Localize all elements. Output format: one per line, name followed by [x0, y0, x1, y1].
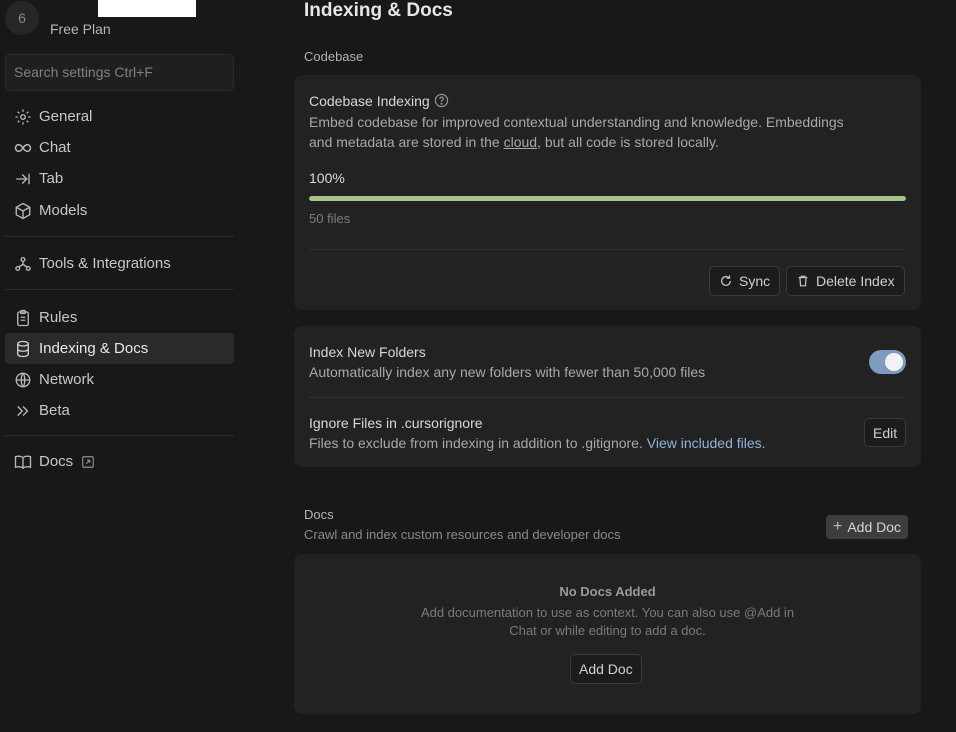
settings-window: 6 Free Plan Search settings Ctrl+F Gener… — [0, 0, 956, 732]
sidebar-item-docs[interactable]: Docs — [5, 446, 234, 477]
infinity-icon — [13, 138, 33, 158]
sidebar-divider — [5, 289, 234, 290]
codebase-section-label: Codebase — [304, 49, 364, 64]
edit-button[interactable]: Edit — [864, 418, 907, 447]
sidebar-item-label: Chat — [39, 139, 71, 156]
sidebar-item-indexing-docs[interactable]: Indexing & Docs — [5, 333, 234, 364]
no-docs-title: No Docs Added — [559, 584, 656, 599]
sidebar: 6 Free Plan Search settings Ctrl+F Gener… — [0, 0, 240, 732]
add-doc-header-label: Add Doc — [847, 519, 902, 535]
refresh-icon — [719, 274, 733, 288]
user-name-redacted — [98, 0, 196, 17]
database-icon — [13, 339, 33, 359]
sidebar-item-label: General — [39, 108, 93, 125]
cube-icon — [13, 201, 33, 221]
sidebar-divider — [5, 435, 234, 436]
toggle-knob — [885, 353, 903, 371]
sidebar-item-network[interactable]: Network — [5, 364, 234, 395]
docs-section-description: Crawl and index custom resources and dev… — [304, 527, 621, 542]
docs-empty-card: No Docs Added Add documentation to use a… — [294, 554, 921, 714]
double-chevron-icon — [13, 401, 33, 421]
codebase-indexing-description: Embed codebase for improved contextual u… — [309, 114, 844, 150]
codebase-indexing-card: Codebase Indexing Embed codebase for imp… — [294, 75, 921, 310]
help-icon[interactable] — [434, 93, 449, 108]
sidebar-item-rules[interactable]: Rules — [5, 302, 234, 333]
indexing-progress-bar — [309, 196, 906, 201]
no-docs-description: Add documentation to use as context. You… — [420, 605, 795, 638]
sidebar-item-chat[interactable]: Chat — [5, 132, 234, 163]
avatar[interactable]: 6 — [5, 1, 39, 35]
progress-fill — [309, 196, 906, 201]
index-new-folders-description: Automatically index any new folders with… — [309, 364, 706, 380]
plus-icon: + — [833, 518, 843, 535]
sidebar-item-label: Tools & Integrations — [39, 255, 171, 272]
ignore-files-title: Ignore Files in .cursorignore — [309, 415, 483, 431]
ignore-files-description: Files to exclude from indexing in additi… — [309, 435, 766, 451]
sidebar-item-label: Indexing & Docs — [39, 340, 149, 357]
sidebar-item-beta[interactable]: Beta — [5, 395, 234, 426]
gear-icon — [13, 107, 33, 127]
sidebar-item-label: Tab — [39, 170, 64, 187]
sidebar-item-label: Network — [39, 371, 95, 388]
clipboard-icon — [13, 308, 33, 328]
delete-index-button[interactable]: Delete Index — [786, 266, 905, 296]
trash-icon — [796, 274, 810, 288]
sync-button[interactable]: Sync — [709, 266, 781, 296]
delete-index-label: Delete Index — [816, 273, 895, 289]
add-doc-button[interactable]: Add Doc — [570, 654, 642, 684]
files-count: 50 files — [309, 211, 351, 226]
index-new-folders-toggle[interactable] — [869, 350, 906, 374]
sidebar-item-general[interactable]: General — [5, 101, 234, 132]
sidebar-item-models[interactable]: Models — [5, 195, 234, 226]
docs-section-label: Docs — [304, 507, 334, 522]
cloud-link[interactable]: cloud — [504, 134, 537, 150]
book-icon — [13, 452, 33, 472]
nodes-icon — [13, 254, 33, 274]
index-new-folders-title: Index New Folders — [309, 344, 426, 360]
indexing-settings-card: Index New Folders Automatically index an… — [294, 326, 921, 467]
card-divider — [309, 249, 906, 250]
sidebar-item-label: Docs — [39, 453, 74, 470]
sidebar-item-label: Beta — [39, 402, 70, 419]
globe-icon — [13, 370, 33, 390]
plan-label: Free Plan — [50, 21, 111, 37]
page-title: Indexing & Docs — [304, 0, 453, 21]
sidebar-item-tools-integrations[interactable]: Tools & Integrations — [5, 248, 234, 279]
search-input[interactable]: Search settings Ctrl+F — [5, 54, 234, 91]
sidebar-item-label: Models — [39, 202, 88, 219]
sync-label: Sync — [739, 273, 771, 289]
add-doc-header-button[interactable]: + Add Doc — [826, 515, 909, 539]
card-divider — [309, 397, 906, 398]
external-link-icon — [81, 455, 95, 469]
arrow-right-to-line-icon — [13, 169, 33, 189]
sidebar-item-tab[interactable]: Tab — [5, 163, 234, 194]
view-included-files-link[interactable]: View included files. — [647, 435, 766, 451]
progress-percent: 100% — [309, 170, 345, 186]
main-content: Indexing & Docs Codebase Codebase Indexi… — [294, 0, 921, 732]
codebase-indexing-title: Codebase Indexing — [309, 93, 449, 109]
sidebar-item-label: Rules — [39, 309, 78, 326]
sidebar-divider — [5, 236, 234, 237]
